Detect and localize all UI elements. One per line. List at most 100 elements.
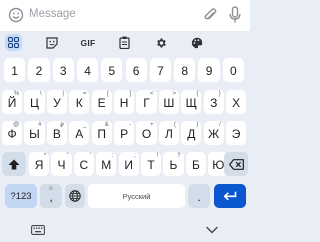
key-hint: : [111, 153, 114, 159]
key-letter[interactable]: | У [46, 90, 67, 114]
message-bar: Message [0, 0, 250, 31]
key-letter[interactable]: % Й [2, 90, 23, 114]
sticker-button[interactable] [45, 34, 59, 51]
key-label: О [141, 127, 152, 141]
apps-grid-button[interactable] [5, 34, 22, 51]
key-label: Л [164, 127, 173, 141]
backspace-key[interactable] [224, 152, 248, 176]
key-letter[interactable]: -Р [114, 121, 135, 145]
key-0[interactable]: 0 [222, 58, 244, 82]
mic-icon[interactable] [229, 6, 241, 24]
key-label: 3 [59, 64, 67, 78]
key-7[interactable]: 7 [149, 58, 172, 82]
key-letter[interactable]: ) Д [181, 121, 202, 145]
hide-keyboard-icon[interactable] [206, 226, 218, 234]
key-letter[interactable]: + О [136, 121, 157, 145]
key-hint: } [218, 91, 221, 97]
key-label: 7 [157, 64, 164, 78]
navigation-bar [0, 218, 250, 242]
key-label: З [210, 96, 218, 110]
settings-icon [157, 38, 166, 47]
key-letter[interactable]: _ А [69, 121, 90, 145]
keyboard-switch-icon[interactable] [31, 225, 45, 235]
key-8[interactable]: 8 [174, 58, 196, 82]
key-3[interactable]: 3 [52, 58, 74, 82]
attach-icon[interactable] [203, 7, 217, 23]
key-letter[interactable]: ' С [73, 152, 94, 176]
key-letter[interactable]: * Я [29, 152, 50, 176]
key-letter[interactable]: Э [226, 121, 247, 145]
key-letter[interactable]: {Щ [181, 90, 202, 114]
gif-button[interactable]: GIF [78, 34, 98, 51]
key-hint: ] [129, 91, 132, 97]
key-letter[interactable]: ; И [118, 152, 139, 176]
enter-key[interactable] [214, 184, 246, 208]
key-letter[interactable]: @ Ф [2, 121, 23, 145]
key-letter[interactable]: Х [226, 90, 247, 114]
sticker-icon [46, 36, 58, 49]
key-letter[interactable]: " Ч [51, 152, 72, 176]
theme-button[interactable] [190, 34, 204, 51]
message-input[interactable]: Message [29, 8, 76, 20]
shift-key[interactable] [2, 152, 26, 176]
key-letter[interactable]: :М [96, 152, 117, 176]
emoji-icon[interactable] [8, 7, 24, 23]
key-letter[interactable]: } З [203, 90, 224, 114]
space-bar[interactable]: Русский [88, 184, 185, 208]
key-hint: [ [107, 91, 109, 97]
key-label: Д [187, 127, 196, 141]
key-label: 8 [181, 64, 189, 78]
key-label: И [124, 158, 133, 172]
key-label: Б [191, 158, 200, 172]
key-5[interactable]: 5 [101, 58, 123, 82]
key-letter[interactable]: < Г [136, 90, 157, 114]
key-2[interactable]: 2 [28, 58, 50, 82]
key-letter[interactable]: ] Н [114, 90, 135, 114]
key-hint: / [219, 122, 221, 128]
key-letter[interactable]: > Ш [158, 90, 179, 114]
key-9[interactable]: 9 [198, 58, 220, 82]
key-hint: ? [177, 153, 181, 159]
clipboard-icon [118, 36, 130, 49]
key-6[interactable]: 6 [125, 58, 147, 82]
shift-icon [8, 159, 20, 169]
key-4[interactable]: 4 [76, 58, 99, 82]
key-letter[interactable]: Б [185, 152, 206, 176]
language-key[interactable] [65, 184, 85, 208]
settings-button[interactable] [154, 34, 168, 51]
key-label: , [49, 190, 53, 204]
key-hint: ! [156, 153, 159, 159]
key-letter[interactable]: ! Т [141, 152, 162, 176]
comma-key[interactable]: ☺, [40, 184, 62, 208]
key-letter[interactable]: = К [69, 90, 90, 114]
key-letter[interactable]: / Ж [203, 121, 224, 145]
key-hint: \ [39, 91, 42, 97]
key-1[interactable]: 1 [4, 58, 26, 82]
key-hint: ' [89, 153, 91, 159]
backspace-icon [228, 158, 244, 170]
key-label: Ц [30, 96, 39, 110]
key-label: У [53, 96, 61, 110]
key-label: П [97, 127, 106, 141]
key-letter[interactable]: \ Ц [24, 90, 45, 114]
key-label: Р [120, 127, 129, 141]
key-letter[interactable]: ? Ь [163, 152, 184, 176]
period-key[interactable]: . [188, 184, 210, 208]
key-hint: ( [173, 122, 176, 128]
key-letter[interactable]: ₽ В [46, 121, 67, 145]
key-letter[interactable]: & П [91, 121, 112, 145]
key-label: Ч [57, 158, 66, 172]
key-label: ?123 [10, 190, 32, 202]
key-letter[interactable]: # Ы [24, 121, 45, 145]
key-letter[interactable]: (Л [158, 121, 179, 145]
key-letter[interactable]: [Е [91, 90, 112, 114]
key-label: Я [34, 158, 44, 172]
clipboard-button[interactable] [117, 34, 131, 51]
enter-icon [223, 191, 237, 200]
key-label: Ж [208, 127, 220, 141]
key-label: К [75, 96, 83, 110]
symbols-key[interactable]: ?123 [5, 184, 37, 208]
theme-icon [191, 37, 203, 48]
globe-icon [69, 190, 81, 202]
key-label: 5 [108, 64, 116, 78]
